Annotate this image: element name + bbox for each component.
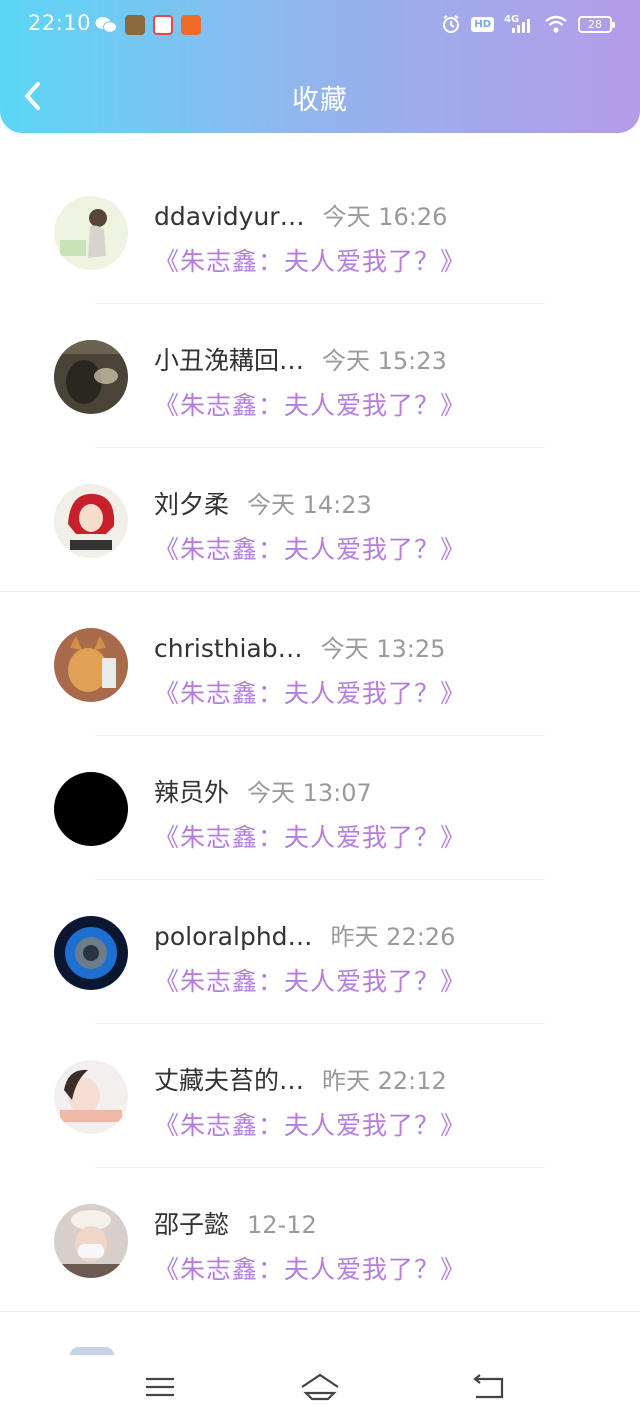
story-title[interactable]: 《朱志鑫：夫人爱我了？》 — [154, 530, 466, 566]
list-item[interactable]: 丈藏夫苔的… 昨天 22:12 《朱志鑫：夫人爱我了？》 — [0, 1024, 640, 1168]
story-title[interactable]: 《朱志鑫：夫人爱我了？》 — [154, 674, 466, 710]
story-title[interactable]: 《朱志鑫：夫人爱我了？》 — [154, 818, 466, 854]
battery-icon: 28 — [578, 15, 615, 33]
status-bar: 22:10 HD 4G 28 — [0, 0, 640, 52]
wechat-icon — [95, 17, 117, 33]
favorites-list: ddavidyur… 今天 16:26 《朱志鑫：夫人爱我了？》 小丑浼耩回… … — [0, 160, 640, 1312]
user-name: 小丑浼耩回… — [154, 346, 305, 375]
system-icons: HD 4G 28 — [441, 14, 615, 34]
list-item[interactable]: 邵子懿 12-12 《朱志鑫：夫人爱我了？》 — [0, 1168, 640, 1312]
signal-icon: 4G — [504, 14, 534, 34]
avatar[interactable] — [54, 916, 128, 990]
alarm-icon — [443, 15, 460, 33]
user-name: ddavidyur… — [154, 202, 305, 231]
list-item[interactable]: poloralphd… 昨天 22:26 《朱志鑫：夫人爱我了？》 — [0, 880, 640, 1024]
map-app-icon — [153, 15, 173, 35]
game-app-icon — [125, 15, 145, 35]
timestamp: 昨天 22:12 — [322, 1067, 447, 1095]
user-name: 辣员外 — [154, 778, 230, 807]
story-title[interactable]: 《朱志鑫：夫人爱我了？》 — [154, 962, 466, 998]
back-icon[interactable] — [466, 1369, 510, 1405]
timestamp: 今天 13:07 — [247, 779, 372, 807]
avatar[interactable] — [54, 340, 128, 414]
story-title[interactable]: 《朱志鑫：夫人爱我了？》 — [154, 386, 466, 422]
user-name: christhiab… — [154, 634, 303, 663]
wifi-icon — [545, 15, 567, 33]
timestamp: 今天 14:23 — [247, 491, 372, 519]
list-item[interactable]: 刘夕柔 今天 14:23 《朱志鑫：夫人爱我了？》 — [0, 448, 640, 592]
avatar[interactable] — [54, 772, 128, 846]
story-title[interactable]: 《朱志鑫：夫人爱我了？》 — [154, 242, 466, 278]
timestamp: 昨天 22:26 — [330, 923, 456, 951]
menu-icon[interactable] — [138, 1369, 182, 1405]
timestamp: 12-12 — [247, 1211, 317, 1239]
header-bar: 22:10 HD 4G 28 收藏 — [0, 0, 640, 133]
home-icon[interactable] — [298, 1369, 342, 1405]
user-name: 丈藏夫苔的… — [154, 1066, 305, 1095]
timestamp: 今天 16:26 — [322, 203, 448, 231]
avatar[interactable] — [54, 1060, 128, 1134]
list-item[interactable]: 小丑浼耩回… 今天 15:23 《朱志鑫：夫人爱我了？》 — [0, 304, 640, 448]
avatar[interactable] — [54, 1204, 128, 1278]
list-item[interactable]: ddavidyur… 今天 16:26 《朱志鑫：夫人爱我了？》 — [0, 160, 640, 304]
timestamp: 今天 15:23 — [322, 347, 447, 375]
hd-badge: HD — [471, 16, 494, 32]
user-name: 邵子懿 — [154, 1210, 230, 1239]
story-title[interactable]: 《朱志鑫：夫人爱我了？》 — [154, 1106, 466, 1142]
story-title[interactable]: 《朱志鑫：夫人爱我了？》 — [154, 1250, 466, 1286]
avatar — [70, 1347, 114, 1355]
timestamp: 今天 13:25 — [320, 635, 446, 663]
avatar[interactable] — [54, 484, 128, 558]
avatar[interactable] — [54, 196, 128, 270]
user-name: 刘夕柔 — [154, 490, 230, 519]
avatar[interactable] — [54, 628, 128, 702]
system-nav-bar — [0, 1355, 640, 1427]
user-name: poloralphd… — [154, 922, 313, 951]
shop-app-icon — [181, 15, 201, 35]
page-title: 收藏 — [292, 85, 348, 116]
list-item[interactable]: christhiab… 今天 13:25 《朱志鑫：夫人爱我了？》 — [0, 592, 640, 736]
status-time: 22:10 — [28, 11, 92, 35]
list-item[interactable]: 辣员外 今天 13:07 《朱志鑫：夫人爱我了？》 — [0, 736, 640, 880]
notification-icons — [95, 15, 201, 35]
